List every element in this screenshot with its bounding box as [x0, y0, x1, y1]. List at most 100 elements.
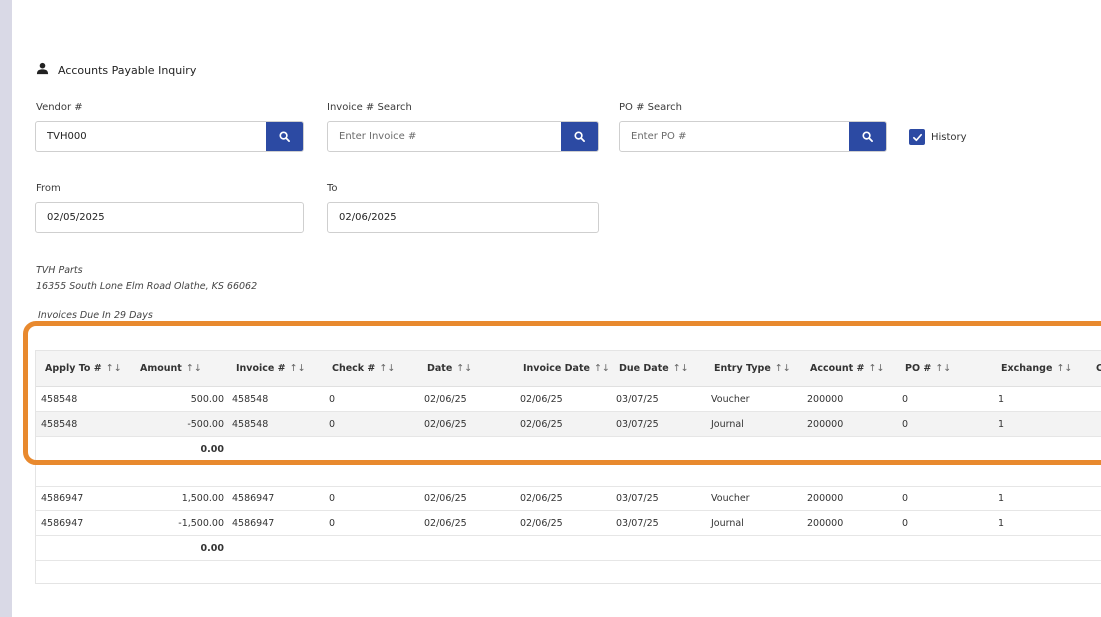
- col-header-amount[interactable]: Amount ↑↓: [140, 363, 202, 374]
- table-row[interactable]: 458548 -500.00 458548 0 02/06/25 02/06/2…: [36, 412, 1101, 437]
- group-total: 0.00: [200, 543, 224, 554]
- page-title-text: Accounts Payable Inquiry: [58, 63, 197, 77]
- col-header-label: Account #: [810, 363, 865, 374]
- vendor-search-button[interactable]: [266, 122, 303, 151]
- left-sidebar-strip: [0, 0, 12, 617]
- col-header-label: Check #: [332, 363, 376, 374]
- table-cell: 458548: [41, 419, 78, 430]
- sort-icon[interactable]: ↑↓: [673, 363, 689, 374]
- group-separator: [36, 462, 1101, 487]
- table-cell: Journal: [711, 419, 744, 430]
- col-header-due-date[interactable]: Due Date ↑↓: [619, 363, 689, 374]
- table-cell: 0: [329, 518, 336, 529]
- col-header-account[interactable]: Account # ↑↓: [810, 363, 884, 374]
- col-header-label: Apply To #: [45, 363, 102, 374]
- table-cell: 1: [998, 394, 1005, 405]
- col-header-label: Exchange: [1001, 363, 1053, 374]
- table-row[interactable]: 4586947 1,500.00 4586947 0 02/06/25 02/0…: [36, 486, 1101, 511]
- col-header-invoice-date[interactable]: Invoice Date ↑↓: [523, 363, 610, 374]
- history-toggle[interactable]: History: [909, 129, 967, 145]
- table-cell: 02/06/25: [520, 493, 563, 504]
- group-total: 0.00: [200, 444, 224, 455]
- table-cell: 4586947: [232, 518, 275, 529]
- sort-icon[interactable]: ↑↓: [935, 363, 951, 374]
- table-cell: 03/07/25: [616, 394, 659, 405]
- table-cell: -1,500.00: [178, 518, 224, 529]
- from-date-field: [35, 202, 304, 233]
- col-header-extra[interactable]: C: [1096, 363, 1101, 374]
- vendor-input[interactable]: [36, 122, 266, 151]
- table-cell: 03/07/25: [616, 518, 659, 529]
- table-cell: 200000: [807, 394, 844, 405]
- sort-icon[interactable]: ↑↓: [106, 363, 122, 374]
- col-header-entry-type[interactable]: Entry Type ↑↓: [714, 363, 791, 374]
- col-header-label: Due Date: [619, 363, 669, 374]
- table-cell: 200000: [807, 518, 844, 529]
- col-header-label: Entry Type: [714, 363, 771, 374]
- table-cell: 4586947: [232, 493, 275, 504]
- vendor-field: [35, 121, 304, 152]
- invoice-search-field: [327, 121, 599, 152]
- table-cell: 1: [998, 518, 1005, 529]
- sort-icon[interactable]: ↑↓: [186, 363, 202, 374]
- col-header-date[interactable]: Date ↑↓: [427, 363, 472, 374]
- from-date-input[interactable]: [36, 203, 303, 232]
- table-cell: 0: [902, 419, 909, 430]
- col-header-label: Date: [427, 363, 453, 374]
- po-search-field: [619, 121, 887, 152]
- table-cell: 4586947: [41, 493, 84, 504]
- table-cell: 458548: [232, 394, 269, 405]
- table-cell: 200000: [807, 493, 844, 504]
- po-search-input[interactable]: [620, 122, 849, 151]
- to-date-input[interactable]: [328, 203, 598, 232]
- sort-icon[interactable]: ↑↓: [290, 363, 306, 374]
- table-cell: 02/06/25: [520, 518, 563, 529]
- table-cell: 02/06/25: [424, 394, 467, 405]
- table-cell: 458548: [41, 394, 78, 405]
- sort-icon[interactable]: ↑↓: [1056, 363, 1072, 374]
- invoice-search-button[interactable]: [561, 122, 598, 151]
- col-header-exchange[interactable]: Exchange ↑↓: [1001, 363, 1072, 374]
- table-row[interactable]: 458548 500.00 458548 0 02/06/25 02/06/25…: [36, 387, 1101, 412]
- table-cell: 02/06/25: [520, 419, 563, 430]
- table-cell: 03/07/25: [616, 419, 659, 430]
- table-cell: Journal: [711, 518, 744, 529]
- table-cell: 0: [902, 518, 909, 529]
- col-header-check[interactable]: Check # ↑↓: [332, 363, 395, 374]
- sort-icon[interactable]: ↑↓: [456, 363, 472, 374]
- table-cell: 02/06/25: [520, 394, 563, 405]
- col-header-label: Amount: [140, 363, 182, 374]
- table-row[interactable]: 4586947 -1,500.00 4586947 0 02/06/25 02/…: [36, 511, 1101, 536]
- checkmark-icon: [912, 133, 922, 141]
- grid-header: Apply To # ↑↓ Amount ↑↓ Invoice # ↑↓ Check …: [36, 351, 1101, 387]
- sort-icon[interactable]: ↑↓: [868, 363, 884, 374]
- col-header-label: Invoice #: [236, 363, 286, 374]
- table-cell: 1: [998, 419, 1005, 430]
- table-cell: 458548: [232, 419, 269, 430]
- table-cell: 0: [902, 394, 909, 405]
- po-search-button[interactable]: [849, 122, 886, 151]
- col-header-label: PO #: [905, 363, 932, 374]
- po-search-label: PO # Search: [619, 102, 682, 113]
- user-icon: [36, 62, 49, 78]
- table-cell: 02/06/25: [424, 419, 467, 430]
- history-label: History: [931, 131, 967, 143]
- col-header-invoice[interactable]: Invoice # ↑↓: [236, 363, 306, 374]
- group-total-row: 0.00: [36, 437, 1101, 462]
- table-cell: 0: [329, 419, 336, 430]
- sort-icon[interactable]: ↑↓: [775, 363, 791, 374]
- page-title: Accounts Payable Inquiry: [36, 62, 196, 78]
- history-checkbox[interactable]: [909, 129, 925, 145]
- invoice-search-input[interactable]: [328, 122, 561, 151]
- table-cell: 500.00: [190, 394, 224, 405]
- col-header-apply-to[interactable]: Apply To # ↑↓: [45, 363, 122, 374]
- col-header-po[interactable]: PO # ↑↓: [905, 363, 951, 374]
- invoices-due-note: Invoices Due In 29 Days: [38, 310, 153, 321]
- table-cell: 03/07/25: [616, 493, 659, 504]
- to-label: To: [327, 183, 338, 194]
- sort-icon[interactable]: ↑↓: [594, 363, 610, 374]
- table-cell: 0: [902, 493, 909, 504]
- sort-icon[interactable]: ↑↓: [379, 363, 395, 374]
- vendor-label: Vendor #: [36, 102, 83, 113]
- from-label: From: [36, 183, 61, 194]
